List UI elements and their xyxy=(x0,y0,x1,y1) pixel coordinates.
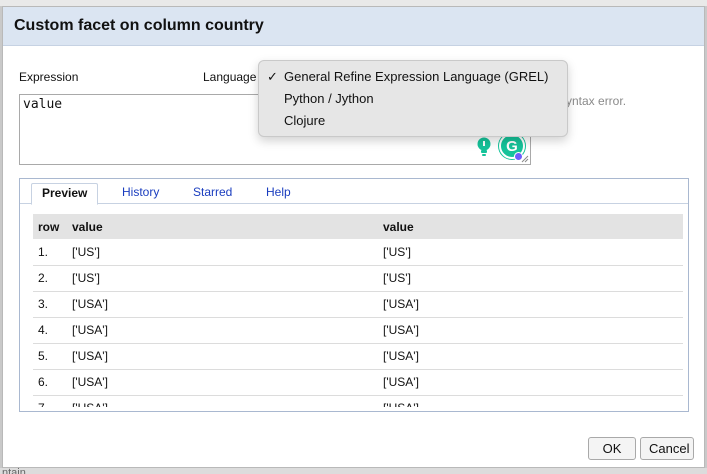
column-header-value: value xyxy=(67,214,378,239)
table-row: 5. ['USA'] ['USA'] xyxy=(33,343,683,370)
row-value: ['US'] xyxy=(67,265,378,292)
table-row: 4. ['USA'] ['USA'] xyxy=(33,317,683,344)
row-number: 7. xyxy=(33,395,67,407)
row-result: ['USA'] xyxy=(378,369,683,396)
row-number: 2. xyxy=(33,265,67,292)
row-value: ['USA'] xyxy=(67,369,378,396)
expression-tabs-panel: Preview History Starred Help row value v… xyxy=(19,178,689,412)
table-row: 6. ['USA'] ['USA'] xyxy=(33,369,683,396)
row-number: 6. xyxy=(33,369,67,396)
ok-button[interactable]: OK xyxy=(588,437,636,460)
grammarly-status-dot xyxy=(514,152,523,161)
row-value: ['US'] xyxy=(67,239,378,266)
menu-item-python[interactable]: Python / Jython xyxy=(259,88,567,110)
checkmark-icon: ✓ xyxy=(267,69,278,84)
tab-help[interactable]: Help xyxy=(256,183,301,205)
syntax-status: yntax error. xyxy=(566,94,627,108)
cancel-button[interactable]: Cancel xyxy=(640,437,694,460)
dialog-title: Custom facet on column country xyxy=(14,17,264,34)
table-row: 2. ['US'] ['US'] xyxy=(33,265,683,292)
background-text: ntain xyxy=(2,468,26,474)
preview-table-container[interactable]: row value value 1. ['US'] ['US'] 2. ['US… xyxy=(33,214,683,407)
row-result: ['USA'] xyxy=(378,395,683,407)
row-result: ['USA'] xyxy=(378,291,683,318)
row-value: ['USA'] xyxy=(67,343,378,370)
row-result: ['USA'] xyxy=(378,317,683,344)
column-header-row: row xyxy=(33,214,67,239)
tab-bar: Preview History Starred Help xyxy=(20,179,688,205)
lightbulb-icon[interactable] xyxy=(472,134,496,160)
preview-table: row value value 1. ['US'] ['US'] 2. ['US… xyxy=(33,214,683,407)
menu-item-clojure[interactable]: Clojure xyxy=(259,110,567,132)
table-row: 7. ['USA'] ['USA'] xyxy=(33,395,683,407)
menu-item-label: General Refine Expression Language (GREL… xyxy=(284,69,549,84)
row-value: ['USA'] xyxy=(67,317,378,344)
expression-label: Expression xyxy=(19,70,79,84)
tab-history[interactable]: History xyxy=(112,183,169,205)
menu-item-label: Clojure xyxy=(284,113,326,128)
row-number: 5. xyxy=(33,343,67,370)
row-value: ['USA'] xyxy=(67,395,378,407)
row-result: ['USA'] xyxy=(378,343,683,370)
background-page-bottom: ntain xyxy=(0,468,707,474)
row-number: 3. xyxy=(33,291,67,318)
table-header-row: row value value xyxy=(33,214,683,239)
column-header-result: value xyxy=(378,214,683,239)
table-row: 1. ['US'] ['US'] xyxy=(33,239,683,266)
row-result: ['US'] xyxy=(378,265,683,292)
row-number: 4. xyxy=(33,317,67,344)
row-value: ['USA'] xyxy=(67,291,378,318)
row-result: ['US'] xyxy=(378,239,683,266)
language-label: Language xyxy=(203,70,257,84)
menu-item-grel[interactable]: ✓ General Refine Expression Language (GR… xyxy=(259,66,567,88)
row-number: 1. xyxy=(33,239,67,266)
tab-starred[interactable]: Starred xyxy=(183,183,242,205)
table-row: 3. ['USA'] ['USA'] xyxy=(33,291,683,318)
tab-preview[interactable]: Preview xyxy=(31,183,99,205)
menu-item-label: Python / Jython xyxy=(284,91,374,106)
dialog-header: Custom facet on column country xyxy=(3,7,704,46)
expression-text[interactable]: value xyxy=(23,97,62,112)
language-dropdown-menu[interactable]: ✓ General Refine Expression Language (GR… xyxy=(258,60,568,137)
